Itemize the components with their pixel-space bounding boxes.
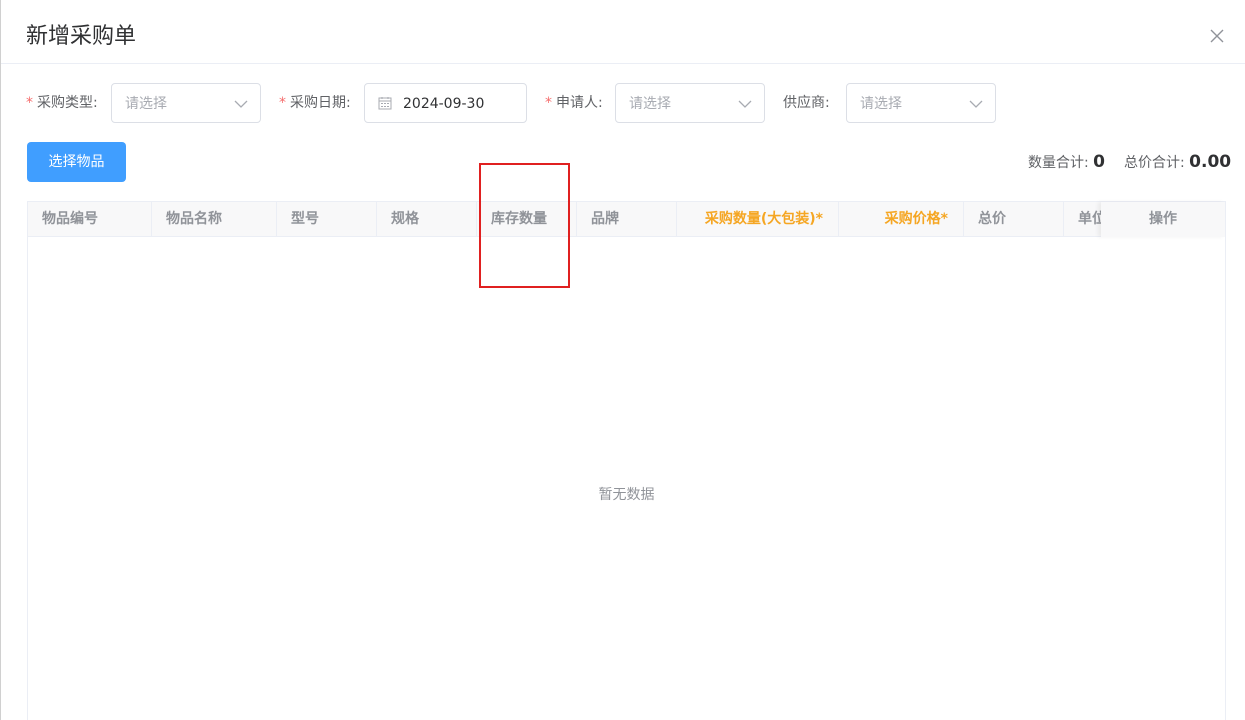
applicant-label: * 申请人: (545, 95, 603, 111)
price-total: 总价合计: 0.00 (1124, 152, 1232, 172)
applicant-placeholder: 请选择 (629, 96, 671, 112)
items-table: 物品编号 物品名称 型号 规格 库存数量 品牌 采购数量(大包装)* 采购价格*… (27, 201, 1226, 720)
calendar-icon (378, 97, 392, 110)
empty-text: 暂无数据 (598, 487, 655, 503)
purchase-type-select[interactable]: 请选择 (111, 83, 261, 123)
col-purchase-price: 采购价格* (839, 202, 964, 237)
add-purchase-order-dialog: 新增采购单 * 采购类型: 请选择 * 采购日期: 2024-09-30 * 申… (0, 0, 1245, 720)
col-model: 型号 (277, 202, 377, 237)
col-brand: 品牌 (577, 202, 677, 237)
supplier-label: 供应商: (783, 95, 830, 111)
quantity-total: 数量合计: 0 (1028, 152, 1106, 172)
supplier-placeholder: 请选择 (860, 96, 902, 112)
chevron-down-icon (738, 100, 752, 108)
col-item-name: 物品名称 (152, 202, 277, 237)
table-header: 物品编号 物品名称 型号 规格 库存数量 品牌 采购数量(大包装)* 采购价格*… (28, 202, 1225, 237)
col-spec: 规格 (377, 202, 477, 237)
purchase-date-value: 2024-09-30 (403, 96, 485, 112)
chevron-down-icon (234, 100, 248, 108)
dialog-title: 新增采购单 (26, 24, 137, 49)
supplier-select[interactable]: 请选择 (846, 83, 996, 123)
applicant-select[interactable]: 请选择 (615, 83, 765, 123)
purchase-type-placeholder: 请选择 (125, 96, 167, 112)
col-actions: 操作 (1101, 202, 1225, 237)
dialog-header: 新增采购单 (1, 0, 1245, 64)
col-total-price: 总价 (964, 202, 1064, 237)
purchase-type-label: * 采购类型: (26, 95, 98, 111)
highlight-box (479, 163, 570, 288)
purchase-date-label: * 采购日期: (279, 95, 351, 111)
close-icon (1210, 29, 1224, 43)
close-button[interactable] (1207, 26, 1227, 46)
col-unit: 单位 (1064, 202, 1104, 237)
select-items-button[interactable]: 选择物品 (27, 142, 126, 182)
purchase-date-picker[interactable]: 2024-09-30 (364, 83, 527, 123)
chevron-down-icon (969, 100, 983, 108)
col-purchase-qty: 采购数量(大包装)* (677, 202, 839, 237)
form-row: * 采购类型: 请选择 * 采购日期: 2024-09-30 * 申请人: 请选择 供 (1, 83, 1245, 123)
col-item-code: 物品编号 (28, 202, 152, 237)
